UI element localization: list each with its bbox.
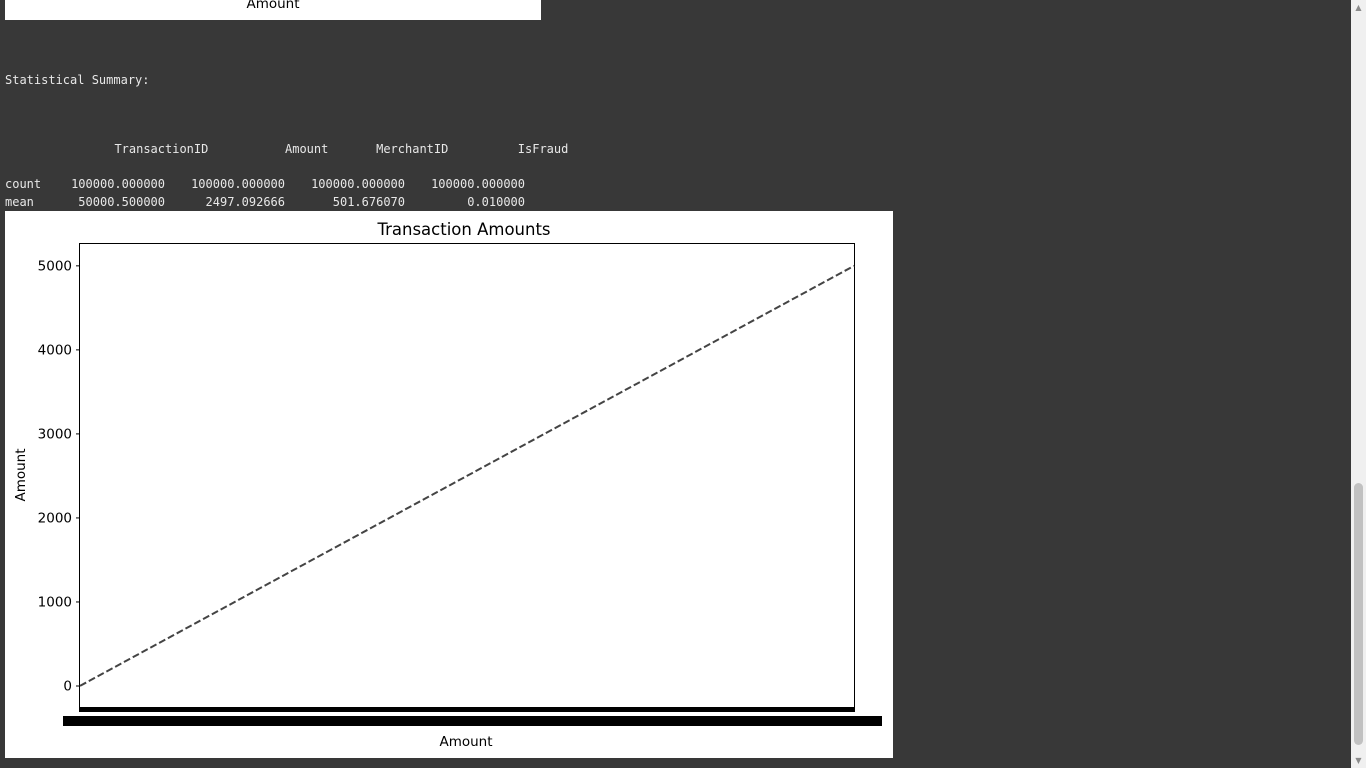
- x-tick-marks-dense: [79, 707, 855, 712]
- stats-header-cell: IsFraud: [517, 142, 569, 157]
- x-tick-labels-overlapping: [63, 716, 882, 726]
- stats-row: count 100000.000000 100000.000000 100000.00…: [5, 176, 568, 193]
- stats-cell: 100000.000000: [71, 177, 165, 192]
- stats-row-label: count: [5, 177, 42, 192]
- vertical-scrollbar[interactable]: ▲ ▼: [1351, 0, 1366, 768]
- stats-cell: 100000.000000: [431, 177, 525, 192]
- y-axis: 0 1000 2000 3000 4000 5000: [38, 258, 80, 694]
- stats-cell: 0.010000: [467, 194, 525, 209]
- x-axis-ticks: [63, 707, 882, 726]
- notebook-output-area: Amount Statistical Summary: TransactionI…: [0, 0, 1351, 768]
- scroll-up-arrow-icon[interactable]: ▲: [1351, 0, 1366, 15]
- previous-figure: Amount: [5, 0, 541, 20]
- y-tick-label: 1000: [38, 594, 72, 610]
- y-tick-label: 2000: [38, 510, 72, 526]
- stats-header-row: TransactionID Amount MerchantID IsFraud: [5, 124, 568, 156]
- chart-title: Transaction Amounts: [376, 220, 550, 239]
- y-tick-label: 5000: [38, 258, 72, 274]
- stats-header-cell: TransactionID: [114, 142, 209, 157]
- stats-row-label: mean: [5, 194, 34, 209]
- stats-cell: 2497.092666: [205, 194, 285, 209]
- series-line: [79, 264, 855, 687]
- line-chart: Transaction Amounts 0 1000 2000 3000 4000 500…: [13, 220, 882, 750]
- stats-header-cell: MerchantID: [376, 142, 449, 157]
- y-tick-label: 4000: [38, 342, 72, 358]
- x-axis-label: Amount: [439, 734, 492, 750]
- stats-cell: 50000.500000: [78, 194, 165, 209]
- stats-cell: 100000.000000: [191, 177, 285, 192]
- stats-cell: 100000.000000: [311, 177, 405, 192]
- stats-row: mean 50000.500000 2497.092666 501.676070 0.0…: [5, 194, 568, 211]
- scroll-down-arrow-icon[interactable]: ▼: [1351, 753, 1366, 768]
- stats-heading: Statistical Summary:: [5, 72, 150, 87]
- series-group: [79, 264, 855, 687]
- stats-cell: 501.676070: [332, 194, 405, 209]
- previous-figure-xlabel: Amount: [246, 0, 300, 12]
- y-tick-label: 3000: [38, 426, 72, 442]
- scrollbar-thumb[interactable]: [1354, 483, 1363, 745]
- stats-header-cell: Amount: [285, 142, 329, 157]
- y-tick-label: 0: [63, 678, 72, 694]
- transaction-amounts-figure: Transaction Amounts 0 1000 2000 3000 4000 500…: [5, 211, 893, 758]
- y-axis-label: Amount: [13, 448, 29, 501]
